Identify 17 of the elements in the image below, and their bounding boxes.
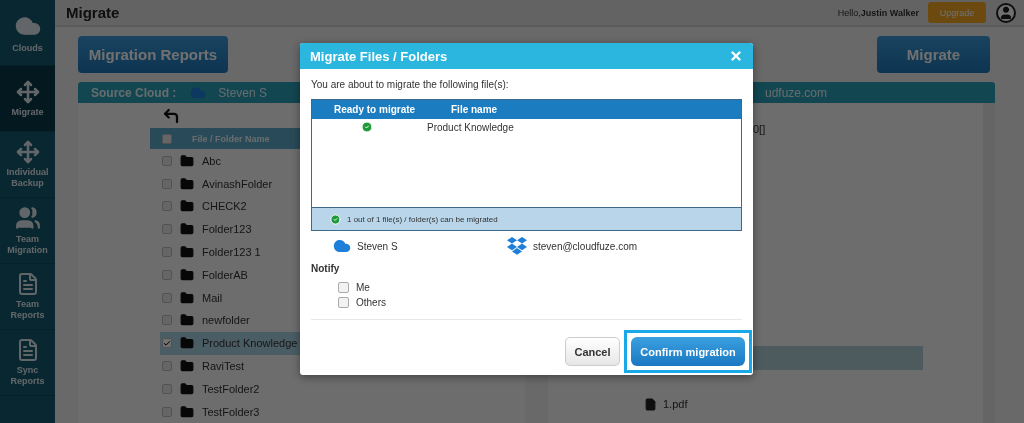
- option-label: Others: [356, 297, 386, 308]
- column-title: File / Folder Name: [192, 133, 270, 144]
- source-account: Steven S: [311, 237, 507, 255]
- page-title: Migrate: [66, 4, 121, 22]
- destination-account: udfuze.com: [765, 85, 828, 100]
- notify-label: Notify: [311, 263, 341, 274]
- source-cloud-label: Source Cloud :: [91, 85, 177, 100]
- greeting-text: Hello,Justin Walker: [837, 7, 919, 18]
- column-title: Ready to migrate: [333, 104, 417, 115]
- option-label: Me: [356, 282, 370, 293]
- dialog-title: Migrate Files / Folders: [310, 48, 448, 64]
- destination-account: steven@cloudfuze.com: [507, 237, 737, 255]
- column-title: File name: [450, 104, 499, 115]
- source-account: Steven S: [190, 84, 268, 101]
- summary-text: 1 out of 1 file(s) / folder(s) can be migrated: [347, 214, 498, 224]
- intro-text: You are about to migrate the following file(s):: [311, 79, 510, 90]
- file-name: Product Knowledge: [427, 121, 514, 133]
